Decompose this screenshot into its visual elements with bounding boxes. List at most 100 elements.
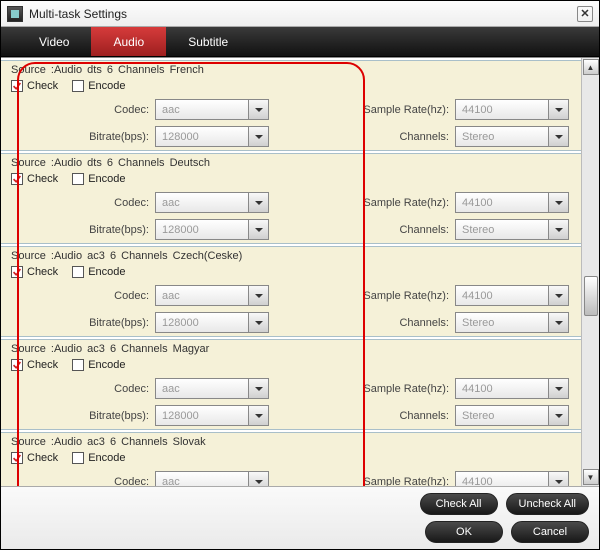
bitrate-select[interactable]: 128000	[155, 219, 269, 240]
scroll-thumb[interactable]	[584, 276, 598, 316]
check-checkbox[interactable]: Check	[11, 266, 58, 278]
chevron-down-icon	[248, 379, 268, 398]
checkbox-icon	[72, 452, 84, 464]
channels-select[interactable]: Stereo	[455, 312, 569, 333]
tab-audio[interactable]: Audio	[91, 27, 166, 56]
encode-label: Encode	[88, 452, 125, 464]
channels-label: Channels:	[305, 317, 455, 329]
close-button[interactable]: ✕	[577, 6, 593, 22]
audio-track: Source :Audio ac3 6 Channels Magyar Chec…	[1, 339, 581, 430]
bitrate-select[interactable]: 128000	[155, 312, 269, 333]
encode-checkbox[interactable]: Encode	[72, 359, 125, 371]
chevron-down-icon	[548, 100, 568, 119]
channels-select[interactable]: Stereo	[455, 405, 569, 426]
encode-label: Encode	[88, 266, 125, 278]
scrollbar[interactable]: ▲ ▼	[581, 58, 599, 486]
audio-track: Source :Audio dts 6 Channels Deutsch Che…	[1, 153, 581, 244]
bitrate-select[interactable]: 128000	[155, 405, 269, 426]
channels-label: Channels:	[305, 410, 455, 422]
bitrate-label: Bitrate(bps):	[5, 410, 155, 422]
encode-checkbox[interactable]: Encode	[72, 80, 125, 92]
scroll-down-button[interactable]: ▼	[583, 469, 599, 485]
ok-button[interactable]: OK	[425, 521, 503, 543]
codec-select[interactable]: aac	[155, 192, 269, 213]
chevron-down-icon	[248, 193, 268, 212]
chevron-down-icon	[248, 127, 268, 146]
encode-label: Encode	[88, 359, 125, 371]
codec-select[interactable]: aac	[155, 378, 269, 399]
source-label: Source :Audio ac3 6 Channels Slovak	[1, 433, 581, 450]
codec-select[interactable]: aac	[155, 99, 269, 120]
bitrate-label: Bitrate(bps):	[5, 317, 155, 329]
chevron-down-icon	[248, 472, 268, 486]
checkbox-icon	[72, 266, 84, 278]
chevron-down-icon	[548, 193, 568, 212]
encode-checkbox[interactable]: Encode	[72, 173, 125, 185]
encode-checkbox[interactable]: Encode	[72, 266, 125, 278]
samplerate-label: Sample Rate(hz):	[305, 290, 455, 302]
source-label: Source :Audio dts 6 Channels French	[1, 61, 581, 78]
codec-label: Codec:	[5, 197, 155, 209]
chevron-down-icon	[548, 379, 568, 398]
codec-label: Codec:	[5, 290, 155, 302]
check-all-button[interactable]: Check All	[420, 493, 498, 515]
bitrate-label: Bitrate(bps):	[5, 224, 155, 236]
settings-window: Multi-task Settings ✕ Video Audio Subtit…	[0, 0, 600, 550]
content-area: Source :Audio dts 6 Channels French Chec…	[1, 57, 599, 486]
channels-select[interactable]: Stereo	[455, 219, 569, 240]
bitrate-label: Bitrate(bps):	[5, 131, 155, 143]
chevron-down-icon	[548, 406, 568, 425]
chevron-down-icon	[548, 472, 568, 486]
uncheck-all-button[interactable]: Uncheck All	[506, 493, 589, 515]
samplerate-select[interactable]: 44100	[455, 285, 569, 306]
checkbox-icon	[11, 359, 23, 371]
channels-label: Channels:	[305, 224, 455, 236]
chevron-down-icon	[248, 100, 268, 119]
checkbox-icon	[11, 266, 23, 278]
samplerate-select[interactable]: 44100	[455, 471, 569, 486]
chevron-down-icon	[548, 286, 568, 305]
check-label: Check	[27, 173, 58, 185]
encode-checkbox[interactable]: Encode	[72, 452, 125, 464]
checkbox-icon	[11, 452, 23, 464]
source-label: Source :Audio dts 6 Channels Deutsch	[1, 154, 581, 171]
audio-track: Source :Audio dts 6 Channels French Chec…	[1, 60, 581, 151]
check-checkbox[interactable]: Check	[11, 173, 58, 185]
samplerate-select[interactable]: 44100	[455, 192, 569, 213]
check-checkbox[interactable]: Check	[11, 359, 58, 371]
channels-label: Channels:	[305, 131, 455, 143]
tab-subtitle[interactable]: Subtitle	[166, 27, 250, 56]
checkbox-icon	[72, 80, 84, 92]
app-icon	[7, 6, 23, 22]
chevron-down-icon	[248, 286, 268, 305]
check-label: Check	[27, 80, 58, 92]
checkbox-icon	[72, 173, 84, 185]
codec-label: Codec:	[5, 104, 155, 116]
check-label: Check	[27, 452, 58, 464]
window-title: Multi-task Settings	[29, 7, 577, 21]
close-icon: ✕	[580, 7, 589, 20]
codec-label: Codec:	[5, 383, 155, 395]
samplerate-label: Sample Rate(hz):	[305, 197, 455, 209]
titlebar: Multi-task Settings ✕	[1, 1, 599, 27]
codec-select[interactable]: aac	[155, 285, 269, 306]
bitrate-select[interactable]: 128000	[155, 126, 269, 147]
checkbox-icon	[11, 173, 23, 185]
samplerate-select[interactable]: 44100	[455, 378, 569, 399]
check-checkbox[interactable]: Check	[11, 452, 58, 464]
chevron-down-icon	[248, 406, 268, 425]
footer: Check All Uncheck All OK Cancel	[1, 486, 599, 549]
cancel-button[interactable]: Cancel	[511, 521, 589, 543]
samplerate-select[interactable]: 44100	[455, 99, 569, 120]
chevron-down-icon	[548, 127, 568, 146]
chevron-down-icon	[548, 313, 568, 332]
codec-label: Codec:	[5, 476, 155, 487]
channels-select[interactable]: Stereo	[455, 126, 569, 147]
chevron-down-icon	[548, 220, 568, 239]
chevron-down-icon	[248, 220, 268, 239]
check-checkbox[interactable]: Check	[11, 80, 58, 92]
scroll-up-button[interactable]: ▲	[583, 59, 599, 75]
tab-video[interactable]: Video	[17, 27, 91, 56]
codec-select[interactable]: aac	[155, 471, 269, 486]
samplerate-label: Sample Rate(hz):	[305, 104, 455, 116]
